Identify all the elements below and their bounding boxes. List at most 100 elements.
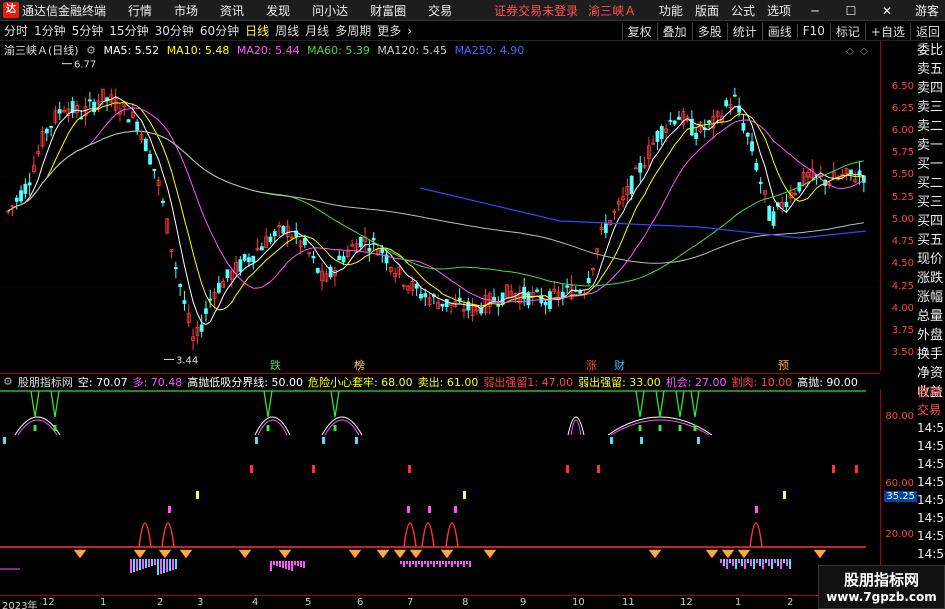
period-weekly[interactable]: 周线 xyxy=(275,22,299,39)
restore-icon[interactable]: ☐ xyxy=(839,1,863,21)
cyan-marker xyxy=(610,437,613,444)
draw-line-button[interactable]: 画线 xyxy=(761,22,797,40)
orange-triangle xyxy=(179,549,193,559)
hist-bar xyxy=(756,559,758,563)
candle-body xyxy=(767,205,772,221)
candle-body xyxy=(225,269,230,279)
period-daily[interactable]: 日线 xyxy=(245,22,269,39)
quote-row-label: 卖一 xyxy=(917,138,944,153)
login-warning[interactable]: 证券交易未登录 xyxy=(494,2,578,19)
guest-label[interactable]: 游客 xyxy=(915,2,939,19)
hist-bar xyxy=(466,561,468,564)
back-button[interactable]: 返回 xyxy=(909,22,945,40)
orange-triangle xyxy=(483,549,497,559)
hist-bar xyxy=(433,561,435,567)
multi-stock-button[interactable]: 多股 xyxy=(691,22,727,40)
candle-body xyxy=(247,257,251,263)
candle-body xyxy=(668,120,673,122)
candlestick-chart[interactable]: 6.77 3.44 跌 榜 涨 财 预 ◇ ◇ xyxy=(0,41,880,371)
hist-bar xyxy=(765,559,767,563)
overlay-button[interactable]: 叠加 xyxy=(656,22,692,40)
tick-time: 14:55 xyxy=(917,457,945,471)
period-multi[interactable]: 多周期 xyxy=(335,22,371,39)
hist-bar xyxy=(276,561,278,566)
indicator-value: 弱出强留: 33.00 xyxy=(578,375,661,389)
trade-label[interactable]: 交易 xyxy=(917,401,945,419)
period-intraday[interactable]: 分时 xyxy=(4,22,28,39)
menu-options[interactable]: 选项 xyxy=(767,2,791,19)
menu-bar: 达 通达信金融终端 行情 市场 资讯 发现 问小达 财富圈 交易 证券交易未登录… xyxy=(0,0,945,21)
green-dot xyxy=(33,425,37,431)
candle-body xyxy=(771,211,776,226)
quote-row-label: 净资 xyxy=(917,366,944,381)
indicator-arc xyxy=(570,419,582,436)
menu-function[interactable]: 功能 xyxy=(659,2,683,19)
minimize-icon[interactable]: ─ xyxy=(803,1,827,21)
menu-item-news[interactable]: 资讯 xyxy=(220,2,244,19)
candle-body xyxy=(238,259,243,272)
add-watchlist-button[interactable]: +自选 xyxy=(864,22,910,40)
period-1min[interactable]: 1分钟 xyxy=(34,22,66,39)
red-peak xyxy=(138,522,152,548)
candle-body xyxy=(707,120,711,124)
more-chevron-icon[interactable]: › xyxy=(407,24,412,38)
watermark-line1: 股朋指标网 xyxy=(843,571,919,589)
menu-formula[interactable]: 公式 xyxy=(731,2,755,19)
orange-triangle xyxy=(409,549,423,559)
hist-bar xyxy=(768,559,770,566)
period-5min[interactable]: 5分钟 xyxy=(72,22,104,39)
candle-body xyxy=(178,284,183,287)
hist-bar xyxy=(723,559,725,566)
hist-bar xyxy=(430,561,432,564)
price-tick: 4.75 xyxy=(891,236,914,248)
period-15min[interactable]: 15分钟 xyxy=(109,22,148,39)
f10-button[interactable]: F10 xyxy=(796,24,830,38)
time-tick: 12 xyxy=(680,597,693,608)
price-tick: 5.25 xyxy=(891,191,914,203)
candle-body xyxy=(23,183,28,194)
period-more[interactable]: 更多 xyxy=(377,22,401,39)
hist-bar xyxy=(154,559,156,565)
hist-bar xyxy=(273,561,275,565)
hist-bar xyxy=(735,559,737,569)
stats-button[interactable]: 统计 xyxy=(726,22,762,40)
red-peak xyxy=(161,522,175,548)
indicator-value: 高抛: 90.00 xyxy=(797,375,858,389)
candle-body xyxy=(135,121,140,131)
menu-item-wealth[interactable]: 财富圈 xyxy=(370,2,406,19)
quote-row-label: 卖五 xyxy=(917,62,944,77)
indicator-chart[interactable] xyxy=(0,389,880,594)
candle-body xyxy=(44,128,49,134)
period-monthly[interactable]: 月线 xyxy=(305,22,329,39)
hist-bar xyxy=(741,559,743,566)
candle-body xyxy=(677,116,681,120)
hist-bar xyxy=(403,561,405,567)
candle-body xyxy=(19,190,23,202)
hist-bar xyxy=(270,561,272,571)
menu-item-trade[interactable]: 交易 xyxy=(428,2,452,19)
indicator-name[interactable]: 股朋指标网 xyxy=(18,374,73,390)
menu-item-ask[interactable]: 问小达 xyxy=(312,2,348,19)
event-marker: 预 xyxy=(778,359,789,371)
indicator-value: 高抛低吸分界线: 50.00 xyxy=(187,375,303,389)
time-tick: 5 xyxy=(305,597,312,608)
menu-item-discover[interactable]: 发现 xyxy=(266,2,290,19)
menu-item-quotes[interactable]: 行情 xyxy=(128,2,152,19)
indicator-tick: 35.25 xyxy=(884,491,917,502)
mark-button[interactable]: 标记 xyxy=(829,22,865,40)
indicator-settings-icon[interactable]: ⚙ xyxy=(3,375,13,388)
time-tick: 8 xyxy=(462,597,469,608)
auto-label[interactable]: 自动 xyxy=(917,383,945,401)
magenta-marker xyxy=(428,506,431,513)
ma20-label: MA20: 5.44 xyxy=(236,44,300,57)
menu-item-market[interactable]: 市场 xyxy=(174,2,198,19)
menu-layout[interactable]: 版面 xyxy=(695,2,719,19)
expand-icon: ◇ xyxy=(860,46,868,57)
close-icon[interactable]: ✕ xyxy=(875,1,899,21)
tick-time: 14:56 xyxy=(917,547,945,561)
adjust-button[interactable]: 复权 xyxy=(621,22,657,40)
time-tick: 4 xyxy=(252,597,259,608)
period-30min[interactable]: 30分钟 xyxy=(155,22,194,39)
period-60min[interactable]: 60分钟 xyxy=(200,22,239,39)
settings-icon[interactable]: ⚙ xyxy=(86,44,96,57)
